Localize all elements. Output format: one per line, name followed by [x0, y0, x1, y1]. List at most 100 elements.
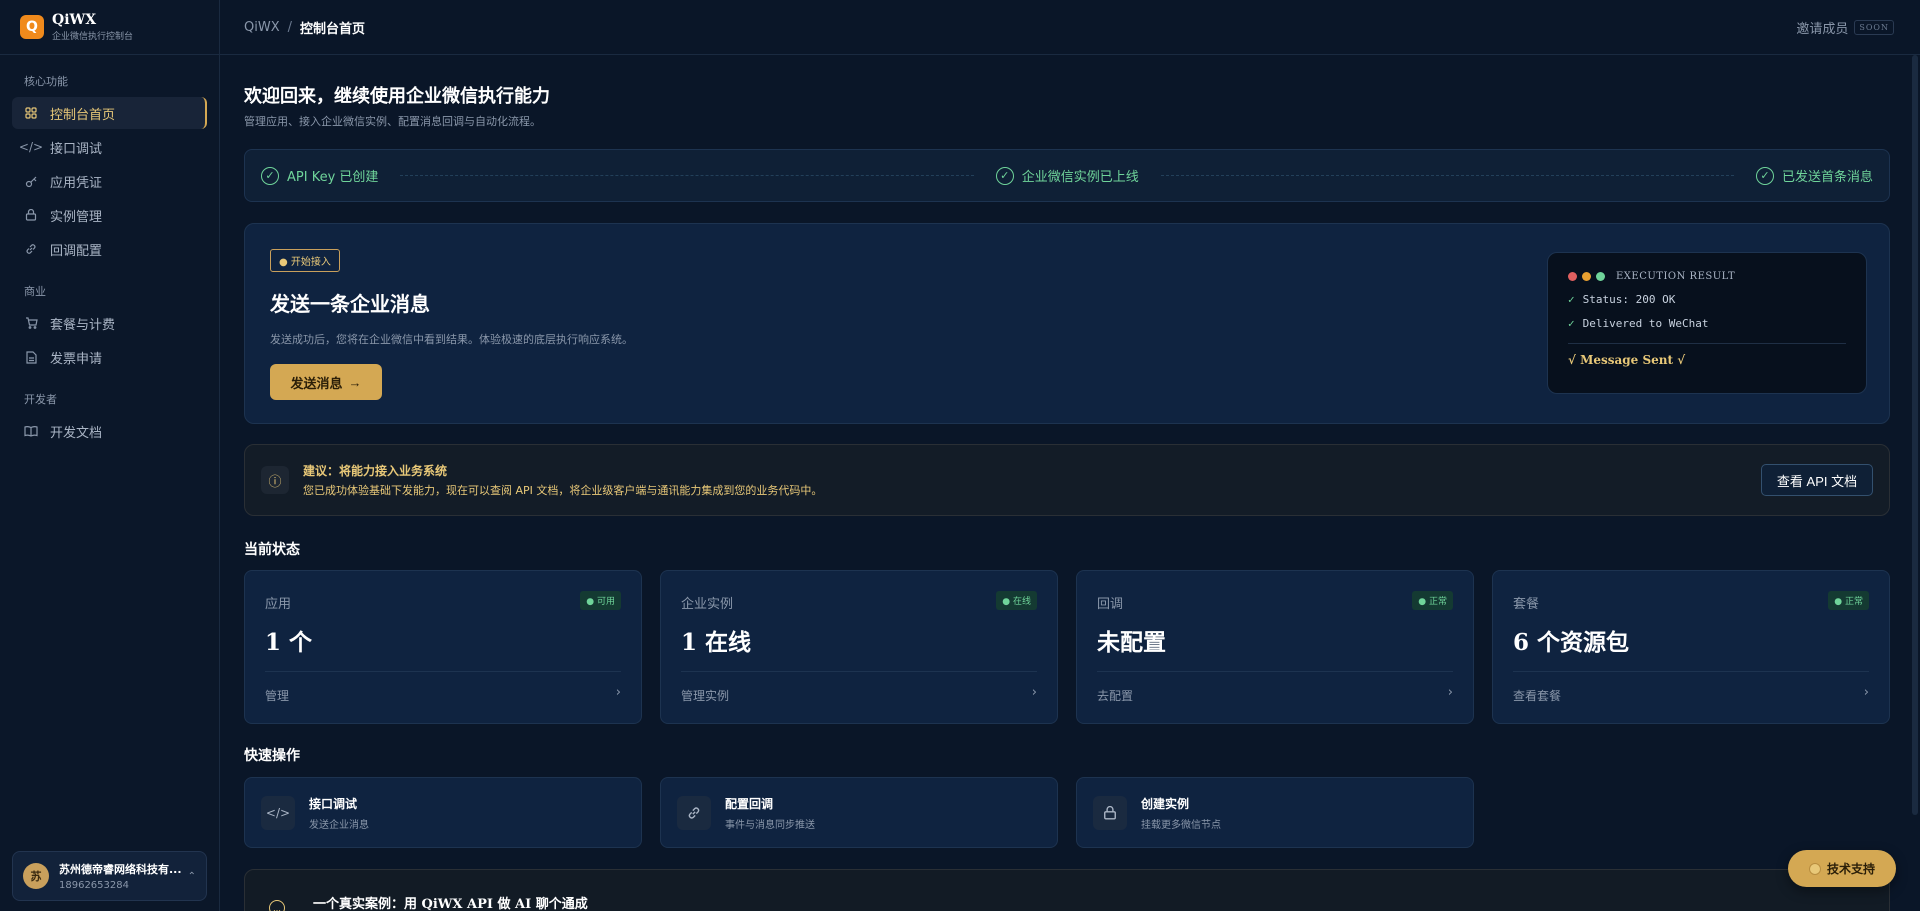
- sidebar-item-label: 控制台首页: [50, 107, 116, 123]
- link-icon: [24, 242, 38, 256]
- stat-card-plan: 套餐 ● 正常 6 个资源包 查看套餐 ›: [1492, 570, 1890, 724]
- stat-link[interactable]: 查看套餐: [1513, 687, 1561, 704]
- chevron-right-icon[interactable]: ›: [616, 685, 621, 700]
- sidebar-item-label: 接口调试: [50, 141, 103, 157]
- stat-value: 1 在线: [681, 629, 752, 656]
- status-badge: ● 可用: [580, 591, 621, 610]
- result-line: ✓ Status: 200 OK: [1568, 293, 1846, 306]
- case-study-card[interactable]: … 一个真实案例：用 QiWX API 做 AI 聊个通成: [244, 869, 1890, 911]
- sidebar-item-invoice[interactable]: 发票申请: [12, 341, 207, 373]
- divider: [1568, 343, 1846, 344]
- result-line-text: Delivered to WeChat: [1582, 317, 1709, 330]
- check-circle-icon: ✓: [1755, 166, 1774, 185]
- stat-card-apps: 应用 ● 可用 1 个 管理 ›: [244, 570, 642, 724]
- sidebar-item-label: 回调配置: [50, 243, 103, 259]
- window-dots: EXECUTION RESULT: [1568, 271, 1846, 282]
- onboarding-steps: ✓ API Key 已创建 ✓ 企业微信实例已上线 ✓ 已发送首条消息: [244, 149, 1890, 202]
- execution-result-panel: EXECUTION RESULT ✓ Status: 200 OK ✓ Deli…: [1547, 252, 1867, 394]
- suggestion-banner: ⓘ 建议：将能力接入业务系统 您已成功体验基础下发能力，现在可以查阅 API 文…: [244, 444, 1890, 516]
- divider: [265, 671, 621, 672]
- send-message-label: 发送消息: [290, 375, 343, 391]
- divider: [681, 671, 1037, 672]
- nav-section-core: 核心功能: [24, 75, 68, 88]
- hero-badge: ● 开始接入: [270, 249, 340, 272]
- status-badge: ● 正常: [1828, 591, 1869, 610]
- suggestion-desc: 您已成功体验基础下发能力，现在可以查阅 API 文档，将企业级客户端与通讯能力集…: [303, 484, 823, 497]
- check-icon: ✓: [1568, 317, 1575, 330]
- brand[interactable]: Q QiWX 企业微信执行控制台: [0, 0, 219, 55]
- quick-action-api-debug[interactable]: </> 接口调试 发送企业消息: [244, 777, 642, 848]
- view-api-docs-button[interactable]: 查看 API 文档: [1761, 464, 1873, 496]
- result-line: ✓ Delivered to WeChat: [1568, 317, 1846, 330]
- arrow-right-icon: →: [348, 374, 362, 390]
- step-label: API Key 已创建: [287, 170, 379, 185]
- link-icon: [677, 795, 711, 830]
- stat-link[interactable]: 管理实例: [681, 687, 729, 704]
- soon-badge: SOON: [1854, 19, 1894, 35]
- execution-result-title: EXECUTION RESULT: [1616, 271, 1736, 282]
- sidebar-item-label: 发票申请: [50, 351, 103, 367]
- chevron-right-icon[interactable]: ›: [1448, 685, 1453, 700]
- sidebar-item-instances[interactable]: 实例管理: [12, 199, 207, 231]
- quick-action-create-instance[interactable]: 创建实例 挂载更多微信节点: [1076, 777, 1474, 848]
- page-subtitle: 管理应用、接入企业微信实例、配置消息回调与自动化流程。: [244, 115, 541, 128]
- sidebar-item-label: 应用凭证: [50, 175, 103, 191]
- sidebar-item-callbacks[interactable]: 回调配置: [12, 233, 207, 265]
- step-connector: [400, 175, 974, 176]
- breadcrumb-root[interactable]: QiWX: [244, 20, 280, 35]
- result-final: √ Message Sent √: [1568, 353, 1686, 367]
- grid-icon: [24, 106, 38, 120]
- sidebar-item-dashboard[interactable]: 控制台首页: [12, 97, 207, 129]
- quick-actions-title: 快速操作: [244, 748, 300, 764]
- scrollbar[interactable]: [1912, 55, 1918, 815]
- topbar: QiWX / 控制台首页 邀请成员 SOON: [220, 0, 1920, 55]
- divider: [1097, 671, 1453, 672]
- hero-card: ● 开始接入 发送一条企业消息 发送成功后，您将在企业微信中看到结果。体验极速的…: [244, 223, 1890, 424]
- nav-section-developer: 开发者: [24, 393, 57, 406]
- step-api-key: ✓ API Key 已创建: [261, 166, 378, 185]
- dot-red-icon: [1568, 272, 1577, 281]
- code-icon: </>: [261, 795, 295, 830]
- step-connector: [1160, 175, 1734, 176]
- status-badge: ● 正常: [1412, 591, 1453, 610]
- chevron-right-icon[interactable]: ›: [1864, 685, 1869, 700]
- stat-label: 企业实例: [681, 597, 734, 612]
- chevron-up-icon[interactable]: ⌃: [188, 871, 196, 882]
- stat-value: 未配置: [1097, 629, 1166, 656]
- step-first-message: ✓ 已发送首条消息: [1755, 166, 1873, 185]
- step-label: 已发送首条消息: [1781, 170, 1873, 185]
- support-label: 技术支持: [1826, 862, 1875, 876]
- quick-action-desc: 事件与消息同步推送: [725, 819, 815, 831]
- case-study-title: 一个真实案例：用 QiWX API 做 AI 聊个通成: [313, 897, 588, 911]
- sidebar-item-label: 实例管理: [50, 209, 103, 225]
- check-circle-icon: ✓: [261, 166, 279, 185]
- invite-members-button[interactable]: 邀请成员 SOON: [1796, 18, 1894, 37]
- suggestion-title: 建议：将能力接入业务系统: [303, 464, 448, 478]
- breadcrumb-separator: /: [287, 19, 292, 35]
- sidebar-item-credentials[interactable]: 应用凭证: [12, 165, 207, 197]
- info-icon: ⓘ: [261, 466, 289, 494]
- sidebar-item-api-debug[interactable]: </> 接口调试: [12, 131, 207, 163]
- dot-green-icon: [1596, 272, 1605, 281]
- chevron-right-icon[interactable]: ›: [1032, 685, 1037, 700]
- breadcrumb: QiWX / 控制台首页: [244, 18, 365, 37]
- box-icon: [1093, 795, 1127, 830]
- quick-action-desc: 发送企业消息: [309, 819, 369, 831]
- quick-action-title: 配置回调: [725, 796, 774, 811]
- stat-link[interactable]: 去配置: [1097, 687, 1133, 704]
- status-section-title: 当前状态: [244, 542, 300, 558]
- user-card[interactable]: 苏 苏州德帝睿网络科技有... 18962653284 ⌃: [12, 851, 207, 901]
- status-badge: ● 在线: [996, 591, 1037, 610]
- stat-label: 应用: [265, 597, 292, 612]
- breadcrumb-current: 控制台首页: [300, 21, 366, 37]
- quick-action-callbacks[interactable]: 配置回调 事件与消息同步推送: [660, 777, 1058, 848]
- brand-name: QiWX: [52, 12, 97, 28]
- sidebar-item-docs[interactable]: 开发文档: [12, 415, 207, 447]
- send-message-button[interactable]: 发送消息 →: [270, 364, 382, 400]
- tech-support-button[interactable]: 技术支持: [1788, 850, 1896, 887]
- divider: [1513, 671, 1869, 672]
- sidebar-item-billing[interactable]: 套餐与计费: [12, 307, 207, 339]
- stat-link[interactable]: 管理: [265, 687, 289, 704]
- code-icon: </>: [18, 140, 44, 154]
- page-title: 欢迎回来，继续使用企业微信执行能力: [244, 86, 550, 107]
